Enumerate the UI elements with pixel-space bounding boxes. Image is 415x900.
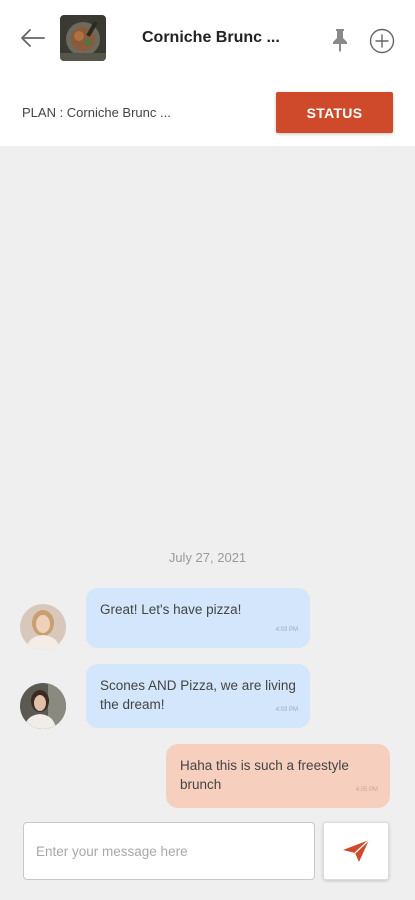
message-input[interactable] <box>23 822 315 880</box>
message-bubble[interactable]: Scones AND Pizza, we are living the drea… <box>86 664 310 728</box>
send-icon <box>343 839 370 862</box>
plan-bar: PLAN : Corniche Brunc ... STATUS <box>0 80 415 146</box>
avatar[interactable] <box>20 683 66 729</box>
message-text: Haha this is such a freestyle brunch <box>180 758 349 792</box>
back-button[interactable] <box>18 26 46 50</box>
pin-button[interactable] <box>329 27 351 53</box>
avatar[interactable] <box>20 604 66 650</box>
send-button[interactable] <box>323 822 389 880</box>
composer <box>0 810 415 900</box>
message-time: 4:03 PM <box>275 707 298 713</box>
plan-label: PLAN : Corniche Brunc ... <box>22 105 171 120</box>
back-arrow-icon <box>21 29 45 47</box>
status-button[interactable]: STATUS <box>276 92 393 133</box>
message-text: Scones AND Pizza, we are living the drea… <box>100 678 296 712</box>
food-image <box>60 15 106 61</box>
chat-title: Corniche Brunc ... <box>142 29 280 46</box>
add-circle-icon <box>369 28 395 54</box>
chat-header: Corniche Brunc ... <box>0 0 415 80</box>
add-button[interactable] <box>369 28 395 54</box>
message-time: 4:05 PM <box>355 787 378 793</box>
message-bubble[interactable]: Great! Let's have pizza! 4:03 PM <box>86 588 310 648</box>
message-list[interactable]: July 27, 2021 Great! Let's have pizza! 4… <box>0 146 415 810</box>
plan-thumbnail[interactable] <box>60 15 106 61</box>
message-bubble[interactable]: Haha this is such a freestyle brunch 4:0… <box>166 744 390 808</box>
date-separator: July 27, 2021 <box>168 550 247 565</box>
message-text: Great! Let's have pizza! <box>100 602 242 617</box>
message-time: 4:03 PM <box>275 627 298 633</box>
pin-icon <box>333 29 347 52</box>
